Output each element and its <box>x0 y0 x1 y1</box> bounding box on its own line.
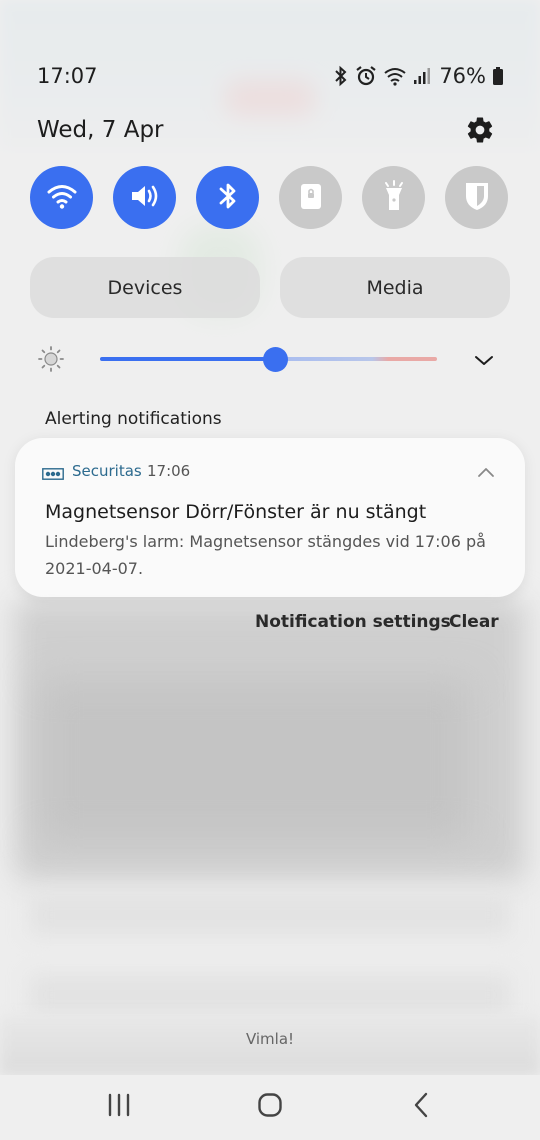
clear-button[interactable]: Clear <box>449 612 499 632</box>
brightness-icon <box>37 345 65 373</box>
alarm-icon <box>355 65 377 87</box>
back-button[interactable] <box>403 1091 439 1123</box>
brightness-slider-fill <box>100 357 275 361</box>
brightness-slider[interactable] <box>100 347 437 372</box>
wifi-toggle[interactable] <box>30 166 93 229</box>
brightness-slider-thumb[interactable] <box>263 347 288 372</box>
wifi-icon <box>46 182 78 214</box>
status-bar: 17:07 76% <box>0 60 540 94</box>
recents-icon <box>106 1093 132 1121</box>
lock-icon <box>298 181 324 215</box>
chevron-up-icon[interactable] <box>477 464 495 478</box>
recents-button[interactable] <box>101 1091 137 1123</box>
section-label: Alerting notifications <box>45 409 222 429</box>
devices-button[interactable]: Devices <box>30 257 260 318</box>
brightness-slider-track <box>275 357 437 361</box>
chevron-down-icon[interactable] <box>472 348 496 372</box>
securitas-logo-icon <box>42 465 64 480</box>
sound-toggle[interactable] <box>113 166 176 229</box>
speaker-icon <box>128 181 162 215</box>
notification-card[interactable]: Securitas 17:06 Magnetsensor Dörr/Fönste… <box>15 438 525 597</box>
lock-toggle[interactable] <box>279 166 342 229</box>
wifi-icon <box>383 66 407 86</box>
media-button[interactable]: Media <box>280 257 510 318</box>
flashlight-icon <box>380 179 408 216</box>
carrier-label: Vimla! <box>245 1030 295 1048</box>
battery-icon <box>492 66 504 86</box>
notification-time: 17:06 <box>147 462 191 480</box>
quick-toggles <box>30 166 510 230</box>
battery-percent: 76% <box>439 64 486 88</box>
notification-app-name: Securitas <box>72 462 142 480</box>
bluetooth-toggle[interactable] <box>196 166 259 229</box>
bluetooth-icon <box>333 65 349 87</box>
home-button[interactable] <box>252 1091 288 1123</box>
shield-icon <box>463 180 491 216</box>
notification-body: Lindeberg's larm: Magnetsensor stängdes … <box>45 532 486 578</box>
notification-title: Magnetsensor Dörr/Fönster är nu stängt <box>45 501 427 523</box>
notification-settings-button[interactable]: Notification settings <box>255 612 451 632</box>
status-time: 17:07 <box>37 64 98 88</box>
date-label: Wed, 7 Apr <box>37 117 164 143</box>
back-icon <box>411 1092 431 1122</box>
navigation-bar <box>0 1075 540 1140</box>
gear-icon[interactable] <box>465 115 495 145</box>
signal-icon <box>413 67 431 85</box>
flashlight-toggle[interactable] <box>362 166 425 229</box>
bluetooth-icon <box>216 180 240 216</box>
home-icon <box>257 1092 283 1122</box>
shield-toggle[interactable] <box>445 166 508 229</box>
